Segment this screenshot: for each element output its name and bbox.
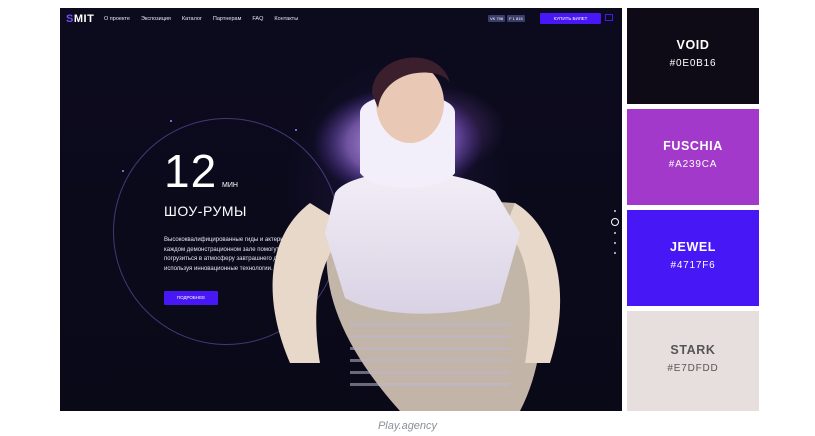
swatch-name: VOID	[676, 38, 710, 52]
model-photo	[272, 57, 561, 411]
pagination-dot[interactable]	[614, 242, 616, 244]
swatch-fuschia: FUSCHIA #A239CA	[627, 109, 759, 205]
pagination-dot[interactable]	[614, 252, 616, 254]
hero-unit: МИН	[222, 182, 238, 189]
swatch-jewel: JEWEL #4717F6	[627, 210, 759, 306]
nav-item-exposition[interactable]: Экспозиция	[141, 16, 171, 22]
social-counters: VK 798 F 1 815	[488, 15, 525, 22]
slide-pagination	[611, 208, 619, 268]
website-screenshot: SMIT О проекте Экспозиция Каталог Партне…	[60, 8, 622, 411]
swatch-hex: #A239CA	[668, 159, 718, 170]
main-nav: О проекте Экспозиция Каталог Партнерам F…	[104, 16, 298, 22]
vk-share-button[interactable]: VK 798	[488, 15, 506, 22]
nav-item-partners[interactable]: Партнерам	[213, 16, 241, 22]
site-header: SMIT О проекте Экспозиция Каталог Партне…	[60, 8, 622, 30]
swatch-name: JEWEL	[669, 240, 717, 254]
buy-ticket-button[interactable]: КУПИТЬ БИЛЕТ	[540, 13, 601, 24]
more-button[interactable]: ПОДРОБНЕЕ	[164, 291, 218, 305]
swatch-stark: STARK #E7DFDD	[627, 311, 759, 411]
swatch-hex: #E7DFDD	[667, 363, 719, 374]
swatch-name: FUSCHIA	[663, 139, 723, 153]
swatch-hex: #4717F6	[670, 260, 716, 271]
hero-title: ШОУ-РУМЫ	[164, 203, 247, 219]
hero-number: 12	[164, 145, 218, 197]
ring-dot	[122, 170, 124, 172]
image-caption: Play.agency	[377, 420, 438, 432]
pagination-dot[interactable]	[614, 232, 616, 234]
logo-text: MIT	[73, 13, 95, 25]
swatch-void: VOID #0E0B16	[627, 8, 759, 104]
fb-share-button[interactable]: F 1 815	[507, 15, 525, 22]
pagination-dot-active[interactable]	[611, 218, 619, 226]
logo-mark: S	[66, 13, 74, 25]
ring-dot	[170, 120, 172, 122]
swatch-hex: #0E0B16	[669, 58, 717, 69]
ticket-icon[interactable]	[605, 14, 613, 21]
nav-item-catalog[interactable]: Каталог	[182, 16, 202, 22]
nav-item-about[interactable]: О проекте	[104, 16, 130, 22]
pagination-dot[interactable]	[614, 210, 616, 212]
nav-item-contacts[interactable]: Контакты	[274, 16, 298, 22]
site-logo[interactable]: SMIT	[66, 13, 94, 25]
swatch-name: STARK	[670, 343, 716, 357]
nav-item-faq[interactable]: FAQ	[252, 16, 263, 22]
